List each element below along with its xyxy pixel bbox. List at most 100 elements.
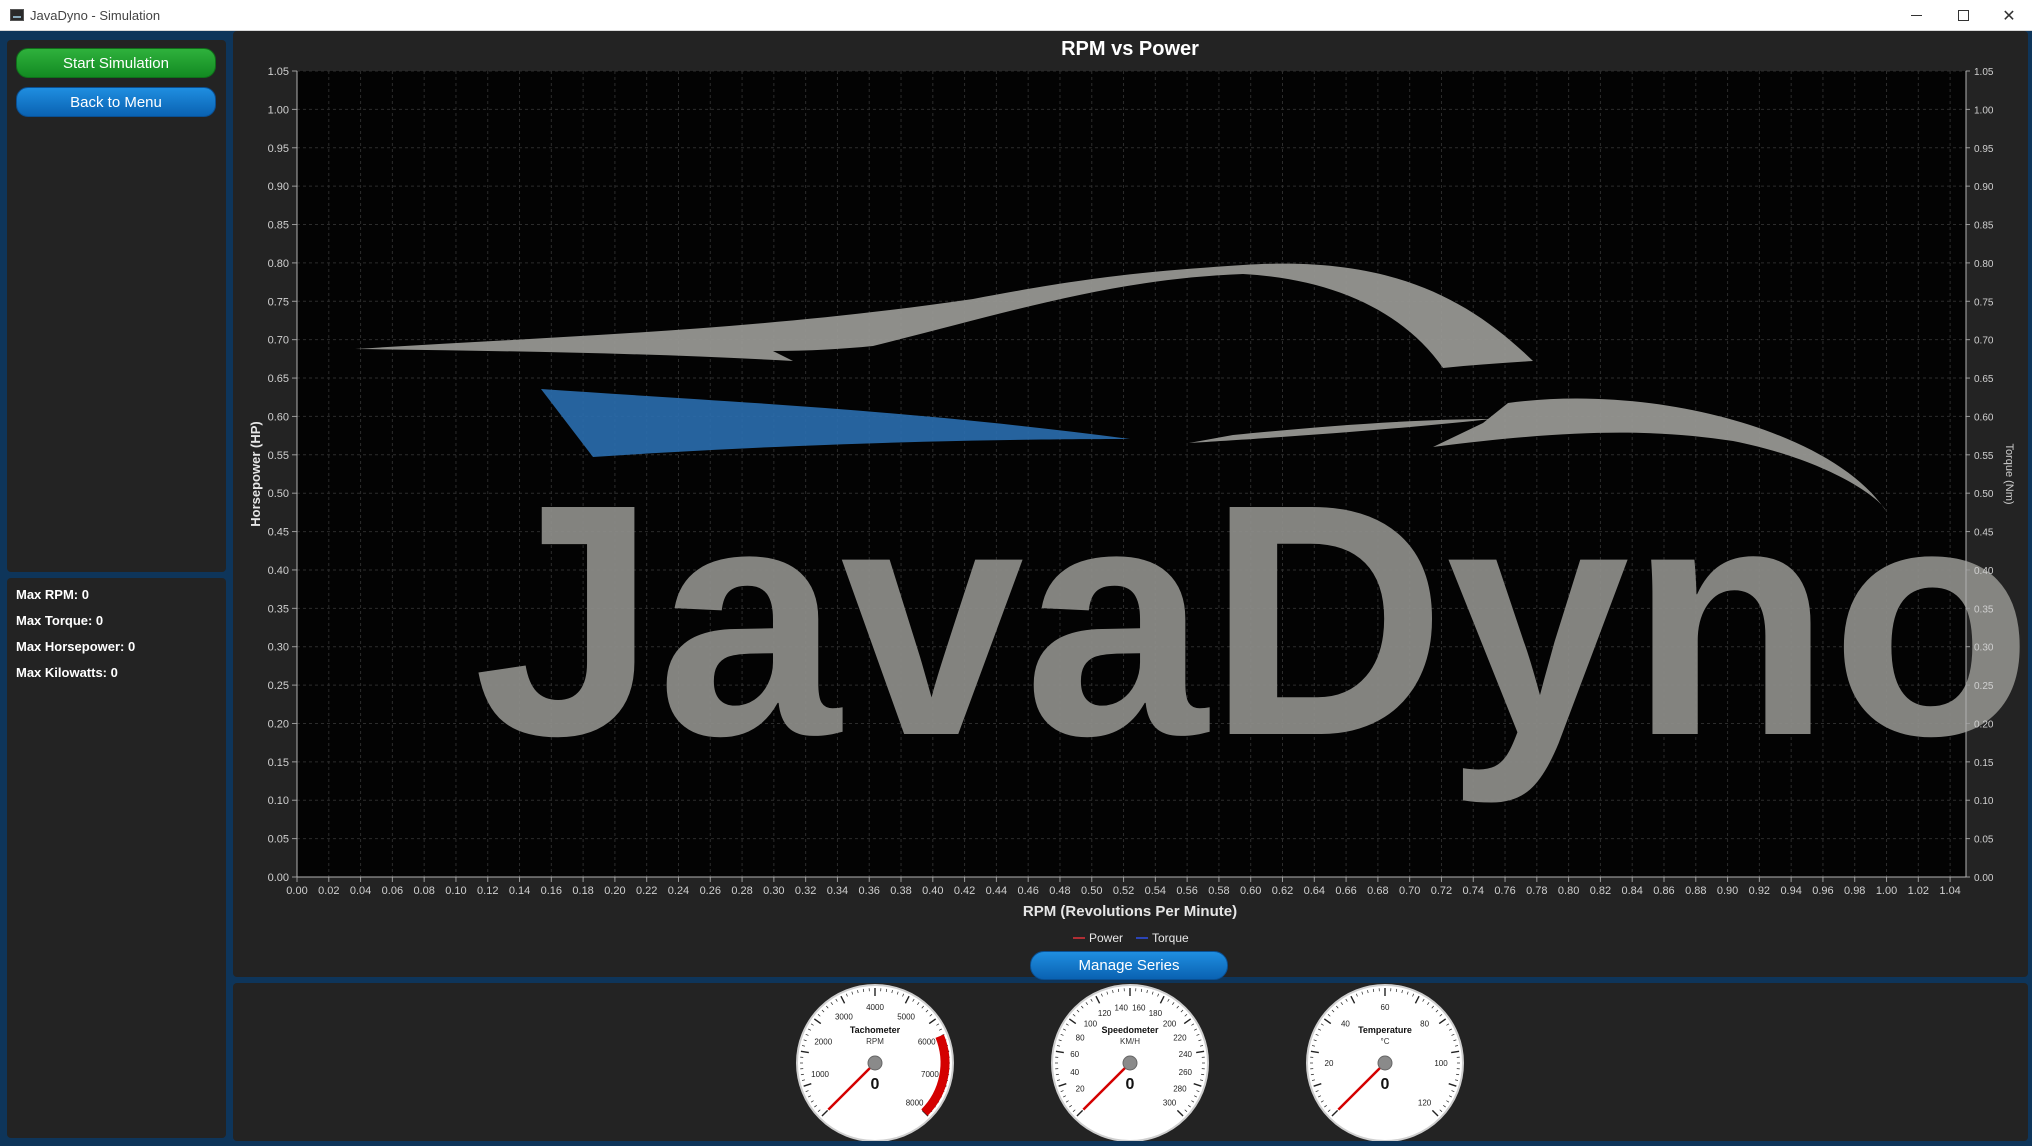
legend-item: Power bbox=[1089, 931, 1123, 945]
y2-tick-label: 0.00 bbox=[1974, 873, 1994, 884]
max-rpm-label: Max RPM: 0 bbox=[16, 587, 89, 602]
gauge-title: Speedometer bbox=[1101, 1025, 1159, 1035]
x-tick-label: 0.90 bbox=[1717, 885, 1738, 897]
x-tick-label: 0.78 bbox=[1526, 885, 1547, 897]
gauge-tick-label: 40 bbox=[1070, 1068, 1079, 1077]
gauge-tick-label: 140 bbox=[1115, 1004, 1129, 1013]
y-tick-label: 0.35 bbox=[268, 603, 289, 615]
manage-series-button[interactable]: Manage Series bbox=[1030, 951, 1228, 980]
y-tick-label: 0.45 bbox=[268, 527, 289, 539]
close-icon: ✕ bbox=[2002, 6, 2015, 26]
y-tick-label: 0.60 bbox=[268, 411, 289, 423]
gauge-tick-label: 20 bbox=[1076, 1084, 1085, 1093]
y-tick-label: 1.00 bbox=[268, 104, 289, 116]
gauge-hub bbox=[868, 1056, 882, 1070]
y-tick-label: 0.80 bbox=[268, 258, 289, 270]
x-tick-label: 0.34 bbox=[827, 885, 848, 897]
y-tick-label: 1.05 bbox=[268, 66, 289, 78]
x-tick-label: 0.94 bbox=[1780, 885, 1801, 897]
y-tick-label: 0.50 bbox=[268, 488, 289, 500]
gauge-tick-label: 5000 bbox=[897, 1012, 915, 1021]
y-tick-label: 0.70 bbox=[268, 335, 289, 347]
y2-tick-label: 0.95 bbox=[1974, 144, 1994, 155]
gauge-tick-label: 260 bbox=[1179, 1068, 1193, 1077]
y2-axis-label: Torque (Nm) bbox=[2003, 443, 2015, 504]
gauge-tick-label: 100 bbox=[1084, 1019, 1098, 1028]
minimize-button[interactable] bbox=[1893, 0, 1939, 31]
y2-tick-label: 0.05 bbox=[1974, 835, 1994, 846]
x-tick-label: 0.48 bbox=[1049, 885, 1070, 897]
x-tick-label: 0.64 bbox=[1304, 885, 1325, 897]
max-horsepower-label: Max Horsepower: 0 bbox=[16, 639, 135, 654]
x-tick-label: 0.08 bbox=[413, 885, 434, 897]
max-kilowatts-label: Max Kilowatts: 0 bbox=[16, 665, 118, 680]
gauge-title: Tachometer bbox=[850, 1025, 901, 1035]
tachometer-gauge: 10002000300040005000600070008000Tachomet… bbox=[797, 985, 953, 1141]
y2-tick-label: 0.50 bbox=[1974, 489, 1994, 500]
gauge-value: 0 bbox=[1381, 1076, 1390, 1093]
gauges-area: 10002000300040005000600070008000Tachomet… bbox=[233, 983, 2028, 1141]
x-tick-label: 0.18 bbox=[572, 885, 593, 897]
gauge-tick-label: 40 bbox=[1341, 1019, 1350, 1028]
gauge-tick-label: 120 bbox=[1098, 1009, 1112, 1018]
y2-tick-label: 0.25 bbox=[1974, 681, 1994, 692]
x-tick-label: 0.92 bbox=[1749, 885, 1770, 897]
x-tick-label: 0.58 bbox=[1208, 885, 1229, 897]
x-tick-label: 0.62 bbox=[1272, 885, 1293, 897]
x-tick-label: 0.28 bbox=[731, 885, 752, 897]
gauges-panel: 10002000300040005000600070008000Tachomet… bbox=[233, 983, 2028, 1141]
y2-tick-label: 0.40 bbox=[1974, 566, 1994, 577]
x-tick-label: 0.60 bbox=[1240, 885, 1261, 897]
y2-tick-label: 0.85 bbox=[1974, 221, 1994, 232]
temperature-gauge: 20406080100120Temperature°C0 bbox=[1307, 985, 1463, 1141]
x-tick-label: 0.40 bbox=[922, 885, 943, 897]
gauge-tick-label: 180 bbox=[1149, 1009, 1163, 1018]
maximize-icon bbox=[1958, 10, 1969, 21]
x-tick-label: 0.12 bbox=[477, 885, 498, 897]
chart-legend: PowerTorque bbox=[1073, 931, 1189, 945]
gauge-title: Temperature bbox=[1358, 1025, 1412, 1035]
x-tick-label: 1.00 bbox=[1876, 885, 1897, 897]
y2-tick-label: 0.65 bbox=[1974, 374, 1994, 385]
gauge-tick-label: 2000 bbox=[814, 1038, 832, 1047]
gauge-tick-label: 3000 bbox=[835, 1012, 853, 1021]
gauge-tick-label: 8000 bbox=[906, 1099, 924, 1108]
x-tick-label: 0.50 bbox=[1081, 885, 1102, 897]
x-tick-label: 0.52 bbox=[1113, 885, 1134, 897]
x-tick-label: 0.70 bbox=[1399, 885, 1420, 897]
back-to-menu-button[interactable]: Back to Menu bbox=[16, 87, 216, 117]
x-tick-label: 0.88 bbox=[1685, 885, 1706, 897]
control-panel: Start Simulation Back to Menu bbox=[7, 40, 226, 572]
maximize-button[interactable] bbox=[1940, 0, 1986, 31]
x-tick-label: 0.54 bbox=[1145, 885, 1166, 897]
y-tick-label: 0.00 bbox=[268, 872, 289, 884]
x-tick-label: 0.14 bbox=[509, 885, 530, 897]
x-tick-label: 0.04 bbox=[350, 885, 371, 897]
y2-tick-label: 0.60 bbox=[1974, 412, 1994, 423]
minimize-icon bbox=[1911, 15, 1922, 16]
gauge-tick-label: 300 bbox=[1163, 1099, 1177, 1108]
gauge-tick-label: 1000 bbox=[811, 1070, 829, 1079]
x-tick-label: 0.20 bbox=[604, 885, 625, 897]
x-tick-label: 1.02 bbox=[1908, 885, 1929, 897]
x-tick-label: 0.84 bbox=[1621, 885, 1642, 897]
x-tick-label: 0.74 bbox=[1463, 885, 1484, 897]
y2-tick-label: 0.15 bbox=[1974, 758, 1994, 769]
y-tick-label: 0.55 bbox=[268, 450, 289, 462]
y2-tick-label: 0.10 bbox=[1974, 796, 1994, 807]
x-tick-label: 0.98 bbox=[1844, 885, 1865, 897]
y2-tick-label: 0.90 bbox=[1974, 182, 1994, 193]
start-simulation-button[interactable]: Start Simulation bbox=[16, 48, 216, 78]
y-tick-label: 0.05 bbox=[268, 834, 289, 846]
x-tick-label: 0.38 bbox=[890, 885, 911, 897]
max-torque-label: Max Torque: 0 bbox=[16, 613, 103, 628]
x-tick-label: 0.82 bbox=[1590, 885, 1611, 897]
logo-wordmark: JavaDyno bbox=[473, 435, 2028, 806]
x-tick-label: 0.44 bbox=[986, 885, 1007, 897]
y-tick-label: 0.75 bbox=[268, 296, 289, 308]
gauge-tick-label: 80 bbox=[1420, 1019, 1429, 1028]
x-tick-label: 0.86 bbox=[1653, 885, 1674, 897]
y-tick-label: 0.40 bbox=[268, 565, 289, 577]
x-tick-label: 0.02 bbox=[318, 885, 339, 897]
close-button[interactable]: ✕ bbox=[1986, 0, 2032, 31]
